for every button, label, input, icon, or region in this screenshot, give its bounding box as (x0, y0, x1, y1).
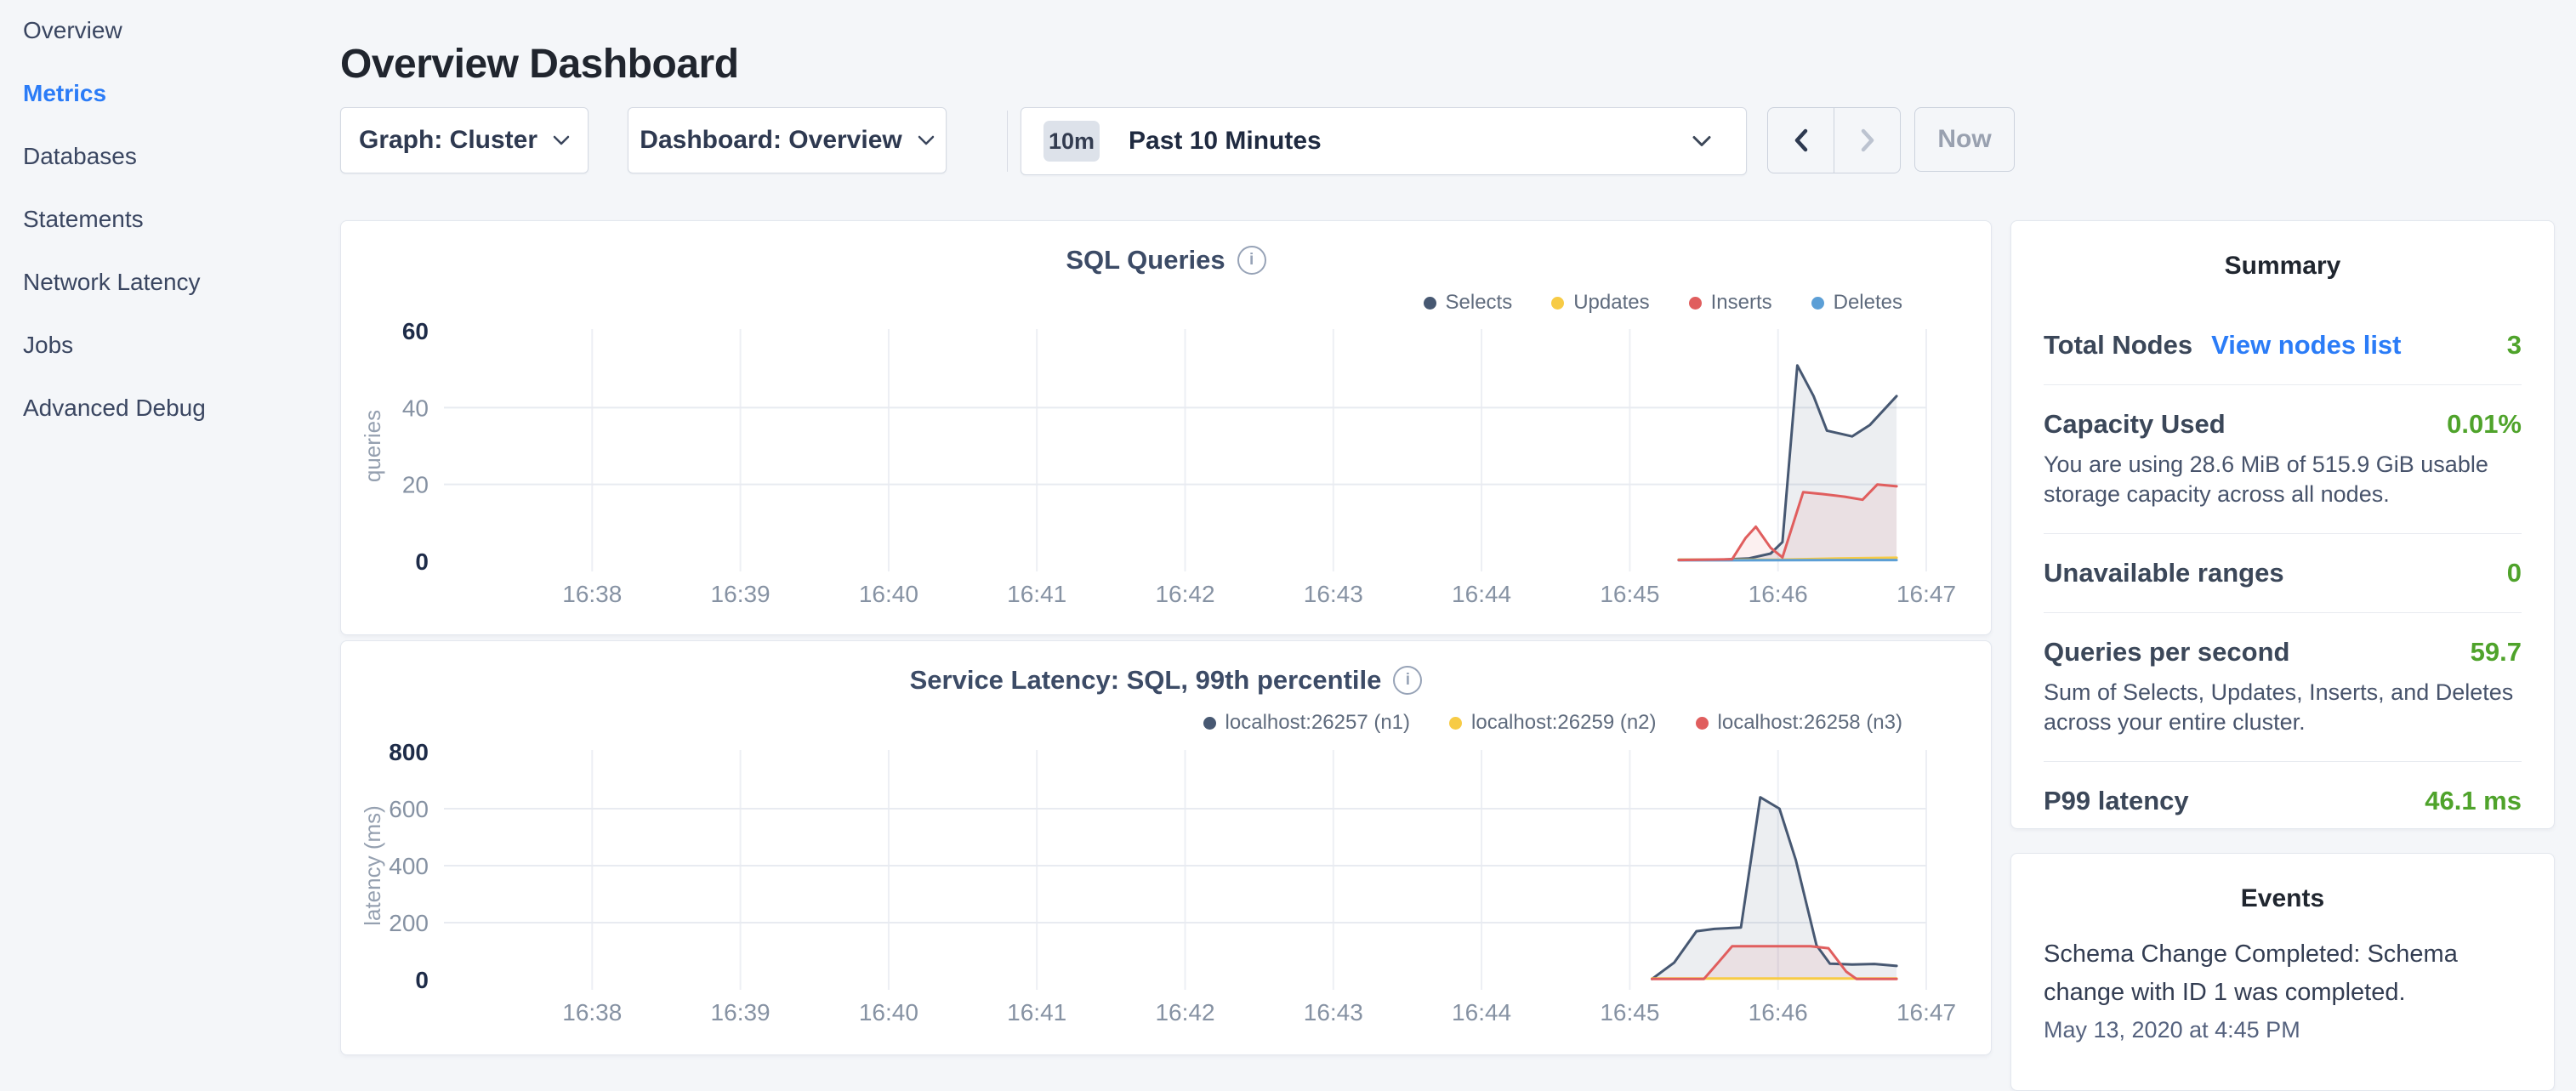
time-range-badge: 10m (1043, 121, 1100, 162)
chevron-left-icon (1794, 128, 1809, 153)
svg-text:16:43: 16:43 (1304, 581, 1363, 607)
next-time-button[interactable] (1834, 108, 1900, 173)
sidebar-item-statements[interactable]: Statements (23, 206, 206, 233)
svg-text:16:41: 16:41 (1007, 581, 1066, 607)
chevron-down-icon (918, 135, 935, 145)
summary-row-capacity-used: Capacity Used 0.01% You are using 28.6 M… (2044, 385, 2522, 534)
svg-text:200: 200 (389, 910, 429, 936)
summary-row-p99-latency: P99 latency 46.1 ms (2044, 762, 2522, 840)
sidebar-item-advanced-debug[interactable]: Advanced Debug (23, 395, 206, 422)
svg-text:0: 0 (415, 967, 429, 993)
x-axis-labels: 16:38 16:39 16:40 16:41 16:42 16:43 16:44 16:45… (562, 581, 1956, 607)
service-latency-chart: 020040060080016:3816:3916:4016:4116:4216… (341, 641, 1991, 1054)
p99-latency-value: 46.1 ms (2425, 786, 2522, 816)
svg-text:16:38: 16:38 (562, 581, 622, 607)
y-axis-title: latency (ms) (360, 805, 385, 926)
svg-text:16:47: 16:47 (1896, 999, 1956, 1026)
sidebar-item-databases[interactable]: Databases (23, 143, 206, 170)
total-nodes-value: 3 (2507, 330, 2522, 361)
svg-text:16:39: 16:39 (711, 581, 771, 607)
sidebar-item-overview[interactable]: Overview (23, 17, 206, 44)
svg-text:16:47: 16:47 (1896, 581, 1956, 607)
svg-text:0: 0 (415, 548, 429, 575)
sidebar-item-metrics[interactable]: Metrics (23, 80, 206, 107)
svg-text:16:42: 16:42 (1155, 581, 1214, 607)
graph-dropdown[interactable]: Graph: Cluster (340, 107, 589, 173)
svg-text:16:44: 16:44 (1452, 999, 1511, 1026)
svg-text:16:41: 16:41 (1007, 999, 1066, 1026)
svg-text:16:39: 16:39 (711, 999, 771, 1026)
page-title: Overview Dashboard (340, 41, 739, 88)
summary-row-total-nodes: Total Nodes View nodes list 3 (2044, 281, 2522, 385)
time-pager (1767, 107, 1901, 173)
events-panel: Events Schema Change Completed: Schema c… (2010, 853, 2555, 1091)
svg-text:16:40: 16:40 (859, 999, 918, 1026)
svg-text:16:46: 16:46 (1749, 999, 1808, 1026)
y-axis-title: queries (360, 410, 385, 482)
event-message: Schema Change Completed: Schema change w… (2044, 935, 2522, 1012)
svg-text:800: 800 (389, 739, 429, 765)
svg-text:40: 40 (402, 395, 429, 421)
svg-text:16:43: 16:43 (1304, 999, 1363, 1026)
summary-panel: Summary Total Nodes View nodes list 3 Ca… (2010, 220, 2555, 829)
series-areas (1679, 366, 1896, 561)
queries-per-second-description: Sum of Selects, Updates, Inserts, and De… (2044, 678, 2522, 737)
summary-row-queries-per-second: Queries per second 59.7 Sum of Selects, … (2044, 613, 2522, 762)
dashboard-dropdown-label: Dashboard: Overview (640, 126, 901, 155)
sql-queries-chart-panel: SQL Queries i Selects Updates Inserts De… (340, 220, 1992, 635)
svg-text:16:45: 16:45 (1600, 581, 1659, 607)
summary-row-unavailable-ranges: Unavailable ranges 0 (2044, 534, 2522, 613)
toolbar-divider (1007, 111, 1008, 172)
queries-per-second-value: 59.7 (2471, 637, 2522, 668)
svg-text:16:46: 16:46 (1749, 581, 1808, 607)
summary-title: Summary (2044, 221, 2522, 281)
time-range-label: Past 10 Minutes (1129, 127, 1322, 156)
sidebar-item-jobs[interactable]: Jobs (23, 332, 206, 359)
capacity-used-value: 0.01% (2447, 409, 2522, 440)
sql-queries-chart: 020406016:3816:3916:4016:4116:4216:4316:… (341, 221, 1991, 634)
chevron-right-icon (1860, 128, 1875, 153)
svg-text:600: 600 (389, 796, 429, 822)
sidebar: Overview Metrics Databases Statements Ne… (23, 17, 206, 422)
svg-text:20: 20 (402, 472, 429, 498)
chevron-down-icon (1692, 135, 1712, 147)
prev-time-button[interactable] (1768, 108, 1834, 173)
events-title: Events (2011, 854, 2554, 913)
capacity-used-description: You are using 28.6 MiB of 515.9 GiB usab… (2044, 450, 2522, 509)
graph-dropdown-label: Graph: Cluster (359, 126, 537, 155)
gridlines (444, 329, 1926, 571)
svg-text:60: 60 (402, 318, 429, 344)
sidebar-item-network-latency[interactable]: Network Latency (23, 269, 206, 296)
y-axis-labels: 0 200 400 600 800 (389, 739, 429, 993)
view-nodes-list-link[interactable]: View nodes list (2211, 330, 2401, 361)
svg-text:16:44: 16:44 (1452, 581, 1511, 607)
x-axis-labels: 16:38 16:39 16:40 16:41 16:42 16:43 16:44 16:45… (562, 999, 1956, 1026)
svg-text:16:40: 16:40 (859, 581, 918, 607)
svg-text:16:42: 16:42 (1155, 999, 1214, 1026)
svg-text:400: 400 (389, 853, 429, 879)
now-button[interactable]: Now (1914, 107, 2015, 172)
time-range-dropdown[interactable]: 10m Past 10 Minutes (1021, 107, 1747, 175)
series-areas (1652, 798, 1897, 980)
unavailable-ranges-value: 0 (2507, 558, 2522, 588)
dashboard-dropdown[interactable]: Dashboard: Overview (628, 107, 947, 173)
y-axis-labels: 0 20 40 60 (402, 318, 429, 575)
svg-text:16:38: 16:38 (562, 999, 622, 1026)
chevron-down-icon (553, 135, 570, 145)
service-latency-chart-panel: Service Latency: SQL, 99th percentile i … (340, 640, 1992, 1055)
svg-text:16:45: 16:45 (1600, 999, 1659, 1026)
event-timestamp: May 13, 2020 at 4:45 PM (2044, 1017, 2522, 1043)
